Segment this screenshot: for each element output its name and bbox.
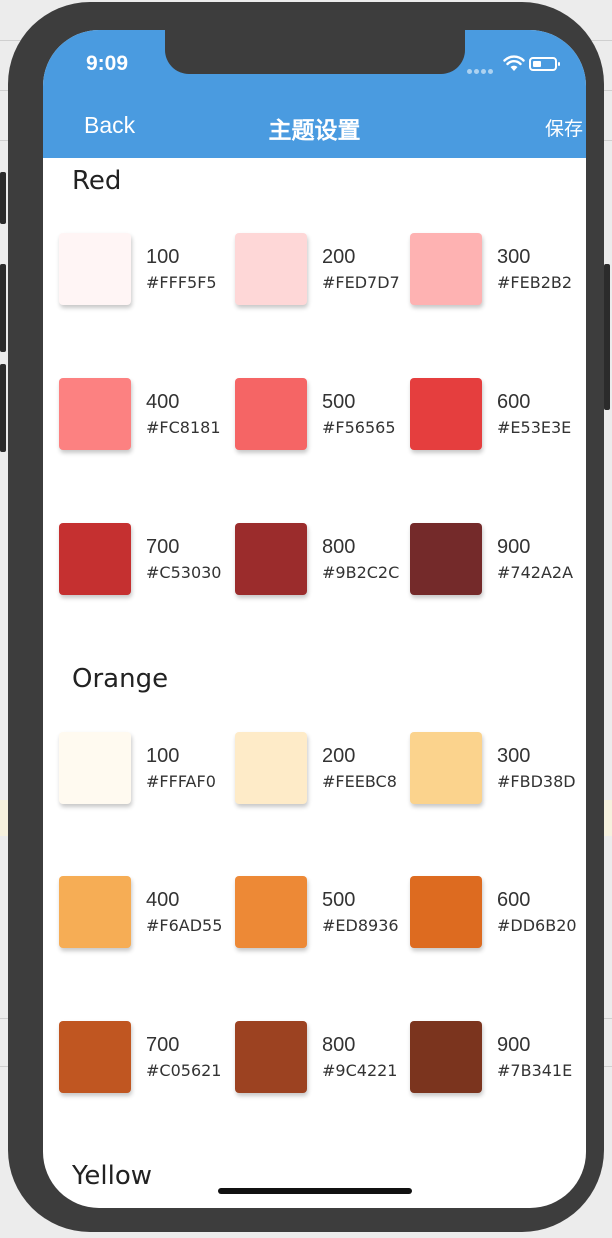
theme-color-list[interactable]: Red 100 #FFF5F5 200 #FED7D7 300 #FEB2B2 … — [43, 158, 586, 1208]
color-swatch — [59, 233, 131, 305]
swatch-hex-label: #FED7D7 — [322, 273, 400, 292]
color-swatch — [59, 1021, 131, 1093]
color-swatch — [235, 233, 307, 305]
swatch-orange-200[interactable]: 200 #FEEBC8 — [235, 732, 405, 812]
swatch-shade-label: 800 — [322, 1034, 356, 1056]
swatch-red-500[interactable]: 500 #F56565 — [235, 378, 405, 458]
swatch-shade-label: 100 — [146, 246, 180, 268]
swatch-orange-500[interactable]: 500 #ED8936 — [235, 876, 405, 956]
color-swatch — [235, 523, 307, 595]
phone-frame: 9:09 Back 主题设置 保存 Red 100 #FFF5F5 200 #F… — [0, 2, 610, 1232]
navigation-bar: 9:09 Back 主题设置 保存 — [43, 30, 586, 158]
swatch-hex-label: #742A2A — [497, 563, 574, 582]
swatch-red-300[interactable]: 300 #FEB2B2 — [410, 233, 580, 313]
swatch-shade-label: 700 — [146, 1034, 180, 1056]
signal-icon — [467, 61, 495, 79]
color-swatch — [235, 732, 307, 804]
color-swatch — [59, 523, 131, 595]
volume-down-button — [0, 364, 6, 452]
swatch-red-400[interactable]: 400 #FC8181 — [59, 378, 229, 458]
swatch-orange-100[interactable]: 100 #FFFAF0 — [59, 732, 229, 812]
home-indicator[interactable] — [218, 1188, 412, 1194]
swatch-orange-300[interactable]: 300 #FBD38D — [410, 732, 580, 812]
color-swatch — [410, 732, 482, 804]
battery-icon — [529, 57, 560, 71]
swatch-shade-label: 200 — [322, 246, 356, 268]
swatch-orange-700[interactable]: 700 #C05621 — [59, 1021, 229, 1101]
swatch-shade-label: 400 — [146, 889, 180, 911]
swatch-shade-label: 400 — [146, 391, 180, 413]
screen: 9:09 Back 主题设置 保存 Red 100 #FFF5F5 200 #F… — [43, 30, 586, 1208]
swatch-red-200[interactable]: 200 #FED7D7 — [235, 233, 405, 313]
swatch-shade-label: 700 — [146, 536, 180, 558]
swatch-hex-label: #7B341E — [497, 1061, 573, 1080]
color-swatch — [59, 378, 131, 450]
swatch-red-800[interactable]: 800 #9B2C2C — [235, 523, 405, 603]
color-swatch — [59, 732, 131, 804]
swatch-shade-label: 500 — [322, 391, 356, 413]
save-button[interactable]: 保存 — [545, 114, 583, 141]
color-swatch — [410, 523, 482, 595]
color-swatch — [410, 233, 482, 305]
swatch-orange-600[interactable]: 600 #DD6B20 — [410, 876, 580, 956]
swatch-shade-label: 300 — [497, 246, 531, 268]
swatch-red-900[interactable]: 900 #742A2A — [410, 523, 580, 603]
swatch-hex-label: #E53E3E — [497, 418, 572, 437]
color-swatch — [235, 1021, 307, 1093]
page-title: 主题设置 — [268, 118, 361, 144]
color-swatch — [410, 378, 482, 450]
swatch-orange-800[interactable]: 800 #9C4221 — [235, 1021, 405, 1101]
section-title-red: Red — [72, 166, 122, 196]
swatch-shade-label: 100 — [146, 745, 180, 767]
swatch-shade-label: 300 — [497, 745, 531, 767]
color-swatch — [410, 876, 482, 948]
swatch-hex-label: #FEB2B2 — [497, 273, 573, 292]
power-button — [604, 264, 610, 410]
swatch-hex-label: #FEEBC8 — [322, 772, 397, 791]
swatch-orange-900[interactable]: 900 #7B341E — [410, 1021, 580, 1101]
swatch-hex-label: #9C4221 — [322, 1061, 398, 1080]
swatch-hex-label: #FBD38D — [497, 772, 576, 791]
swatch-hex-label: #FC8181 — [146, 418, 221, 437]
swatch-shade-label: 800 — [322, 536, 356, 558]
swatch-hex-label: #C53030 — [146, 563, 222, 582]
swatch-shade-label: 600 — [497, 391, 531, 413]
swatch-hex-label: #F56565 — [322, 418, 396, 437]
swatch-shade-label: 900 — [497, 536, 531, 558]
swatch-red-700[interactable]: 700 #C53030 — [59, 523, 229, 603]
color-swatch — [59, 876, 131, 948]
section-title-orange: Orange — [72, 664, 169, 694]
swatch-red-600[interactable]: 600 #E53E3E — [410, 378, 580, 458]
section-title-yellow: Yellow — [72, 1161, 153, 1191]
wifi-icon — [503, 55, 525, 71]
notch — [165, 30, 465, 74]
swatch-hex-label: #F6AD55 — [146, 916, 223, 935]
swatch-red-100[interactable]: 100 #FFF5F5 — [59, 233, 229, 313]
swatch-hex-label: #FFFAF0 — [146, 772, 216, 791]
swatch-hex-label: #FFF5F5 — [146, 273, 217, 292]
swatch-shade-label: 600 — [497, 889, 531, 911]
status-time: 9:09 — [86, 52, 129, 75]
swatch-hex-label: #C05621 — [146, 1061, 222, 1080]
status-icons — [467, 54, 567, 76]
swatch-hex-label: #DD6B20 — [497, 916, 577, 935]
color-swatch — [235, 378, 307, 450]
volume-up-button — [0, 264, 6, 352]
swatch-orange-400[interactable]: 400 #F6AD55 — [59, 876, 229, 956]
swatch-hex-label: #9B2C2C — [322, 563, 400, 582]
color-swatch — [410, 1021, 482, 1093]
swatch-hex-label: #ED8936 — [322, 916, 399, 935]
swatch-shade-label: 900 — [497, 1034, 531, 1056]
swatch-shade-label: 200 — [322, 745, 356, 767]
color-swatch — [235, 876, 307, 948]
mute-switch — [0, 172, 6, 224]
swatch-shade-label: 500 — [322, 889, 356, 911]
